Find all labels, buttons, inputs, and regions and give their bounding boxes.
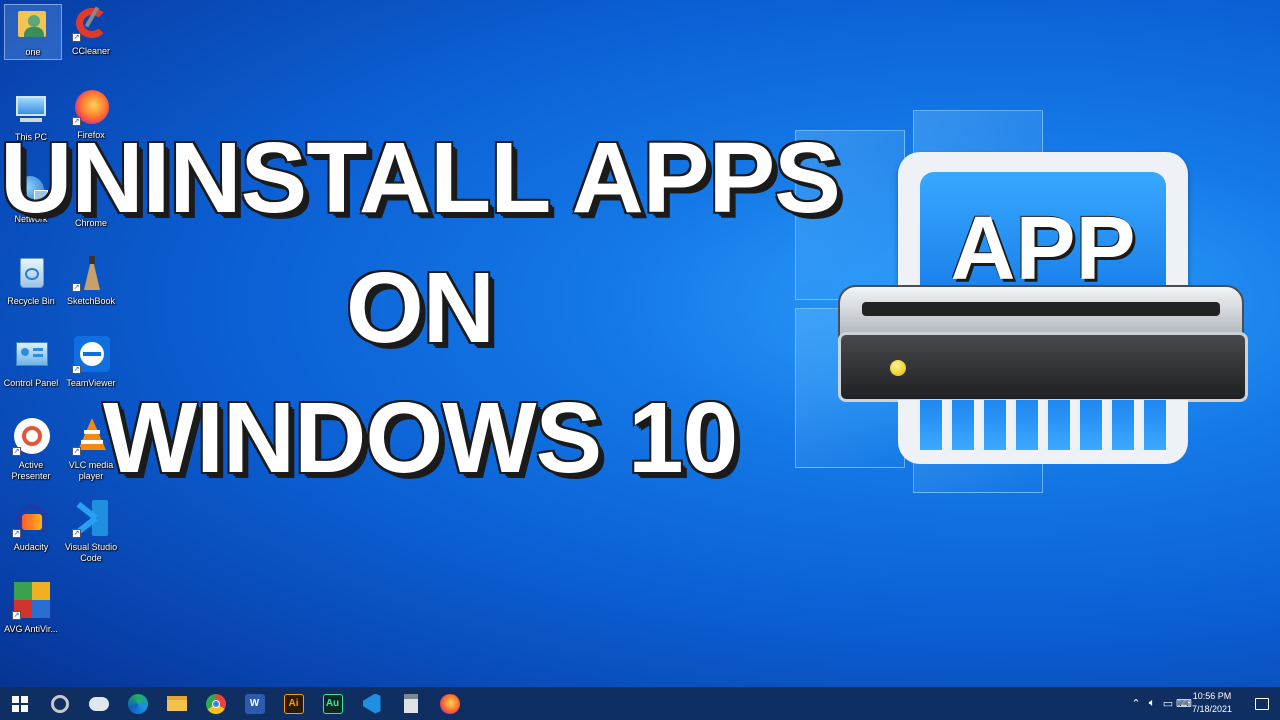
taskbar-file-explorer[interactable] (157, 687, 196, 720)
task-view-button[interactable] (79, 687, 118, 720)
user-folder-icon (14, 5, 52, 43)
action-center-button[interactable] (1244, 687, 1280, 720)
desktop-icon-label: Visual Studio Code (64, 542, 118, 563)
clock-time: 10:56 PM (1192, 691, 1232, 701)
firefox-icon (439, 693, 460, 714)
audition-icon: Au (322, 693, 343, 714)
chevron-up-icon[interactable]: ⌃ (1128, 697, 1144, 710)
ccleaner-icon: ↗ (72, 4, 110, 42)
app-shredder-icon: APP (832, 152, 1252, 472)
desktop-icon-one[interactable]: one (4, 4, 62, 60)
desktop-icon-avg[interactable]: ↗ AVG AntiVir... (2, 582, 60, 635)
calculator-icon (403, 694, 418, 713)
vscode-icon: ↗ (72, 500, 110, 538)
shortcut-arrow-icon: ↗ (72, 33, 81, 42)
firefox-icon: ↗ (72, 88, 110, 126)
taskbar-illustrator[interactable]: Ai (274, 687, 313, 720)
network-icon[interactable]: ▭ (1160, 697, 1176, 710)
system-tray: ⌃ 🔈︎ ▭ ⌨︎ (1128, 687, 1192, 720)
notification-icon (1255, 697, 1269, 710)
taskbar-audition[interactable]: Au (313, 687, 352, 720)
desktop-icon-label: CCleaner (71, 46, 111, 56)
desktop-icon-label: one (25, 47, 41, 57)
shredder-slot (862, 302, 1220, 316)
desktop-icon-label: AVG AntiVir... (4, 624, 58, 634)
chrome-icon (205, 693, 226, 714)
title-line-3: WINDOWS 10 (102, 382, 738, 494)
desktop-icon-vscode[interactable]: ↗ Visual Studio Code (62, 500, 120, 564)
cortana-icon (50, 694, 69, 713)
taskbar-calculator[interactable] (391, 687, 430, 720)
shredded-strips (898, 400, 1188, 464)
shortcut-arrow-icon: ↗ (72, 365, 81, 374)
taskbar-word[interactable]: W (235, 687, 274, 720)
file-explorer-icon (166, 696, 187, 711)
audacity-icon: ↗ (12, 500, 50, 538)
task-view-icon (88, 696, 109, 711)
taskbar-chrome[interactable] (196, 687, 235, 720)
clock-date: 7/18/2021 (1191, 704, 1233, 714)
desktop-icon-audacity[interactable]: ↗ Audacity (2, 500, 60, 553)
volume-icon[interactable]: 🔈︎ (1144, 697, 1160, 710)
taskbar-vscode[interactable] (352, 687, 391, 720)
shortcut-arrow-icon: ↗ (72, 529, 81, 538)
start-windows-icon (11, 695, 28, 712)
edge-icon (127, 693, 148, 714)
desktop-icon-label: Audacity (13, 542, 49, 552)
title-line-1: UNINSTALL APPS (0, 122, 841, 234)
word-icon: W (244, 693, 265, 714)
shortcut-arrow-icon: ↗ (12, 611, 21, 620)
shredder-light-icon (890, 360, 906, 376)
app-card-text: APP (950, 199, 1136, 299)
start-button[interactable] (0, 687, 39, 720)
avg-icon: ↗ (12, 582, 50, 620)
illustrator-icon: Ai (283, 693, 304, 714)
taskbar: W Ai Au ⌃ 🔈︎ ▭ ⌨︎ 10:56 PM 7/18/2021 (0, 687, 1280, 720)
taskbar-firefox[interactable] (430, 687, 469, 720)
title-line-2: ON (346, 252, 495, 364)
taskbar-edge[interactable] (118, 687, 157, 720)
vscode-icon (362, 693, 381, 714)
desktop-icon-ccleaner[interactable]: ↗ CCleaner (62, 4, 120, 57)
cortana-button[interactable] (40, 687, 79, 720)
shortcut-arrow-icon: ↗ (12, 529, 21, 538)
taskbar-clock[interactable]: 10:56 PM 7/18/2021 (1184, 690, 1240, 716)
